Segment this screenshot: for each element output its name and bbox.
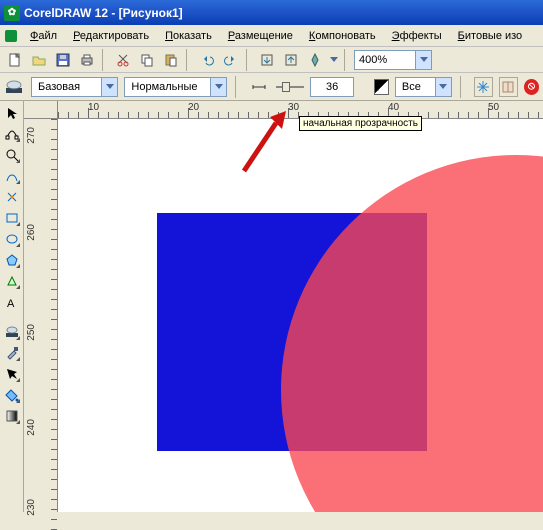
stop-icon: ⦸ [528,80,535,93]
chevron-down-icon [439,84,447,89]
save-button[interactable] [52,49,74,71]
book-icon [501,80,515,94]
ruler-v-label: 240 [26,419,37,436]
snowflake-icon [476,80,490,94]
fill-tool[interactable] [2,385,22,405]
chevron-down-icon [215,84,223,89]
slider-track [276,86,304,88]
red-ellipse-object[interactable] [281,155,543,512]
apply-to-combo[interactable]: Все [395,77,452,97]
linear-mode-button[interactable] [249,76,270,98]
system-menu-icon[interactable] [4,29,22,43]
menu-bar: Файл Редактировать Показать Размещение К… [0,25,543,47]
style1-dropdown[interactable] [101,78,117,96]
toolbox: A [0,101,24,512]
interactive-fill-tool[interactable] [2,406,22,426]
menu-bitmap[interactable]: Битовые изо [450,28,531,44]
app-launcher-button[interactable] [304,49,326,71]
chevron-down-icon [330,57,338,62]
transparency-style2-value: Нормальные [125,81,203,93]
property-bar: Базовая Нормальные 36 Все ⦸ [0,73,543,101]
menu-effects[interactable]: Эффекты [384,28,450,44]
zoom-input[interactable] [355,51,415,69]
tooltip: начальная прозрачность [299,116,422,131]
fill-target-swatch[interactable] [374,79,389,95]
pick-tool[interactable] [2,103,22,123]
menu-layout[interactable]: Размещение [220,28,301,44]
apply-to-value: Все [396,81,427,93]
window-title: CorelDRAW 12 - [Рисунок1] [24,6,183,20]
paste-button[interactable] [160,49,182,71]
zoom-dropdown[interactable] [415,51,431,69]
drawing-canvas[interactable] [58,119,543,512]
transparency-type-button[interactable] [4,76,25,98]
menu-view[interactable]: Показать [157,28,220,44]
title-bar: ✿ CorelDRAW 12 - [Рисунок1] [0,0,543,25]
menu-edit[interactable]: Редактировать [65,28,157,44]
shape-tool[interactable] [2,124,22,144]
undo-button[interactable] [196,49,218,71]
basic-shapes-tool[interactable] [2,271,22,291]
print-button[interactable] [76,49,98,71]
ruler-area: 10 20 30 40 50 270 260 250 240 230 начал… [24,101,543,512]
interactive-blend-tool[interactable] [2,322,22,342]
app-launcher-dropdown[interactable] [328,49,340,71]
workspace: A 10 20 30 40 50 270 260 250 240 230 [0,101,543,512]
smart-draw-tool[interactable] [2,187,22,207]
eyedropper-tool[interactable] [2,343,22,363]
copy-properties-button[interactable] [499,77,518,97]
standard-toolbar [0,47,543,73]
ellipse-tool[interactable] [2,229,22,249]
menu-file[interactable]: Файл [22,28,65,44]
transparency-slider[interactable] [276,80,304,94]
export-button[interactable] [280,49,302,71]
text-tool[interactable]: A [2,292,22,312]
clear-transparency-button[interactable]: ⦸ [524,79,539,95]
menu-arrange[interactable]: Компоновать [301,28,384,44]
style2-dropdown[interactable] [210,78,226,96]
ruler-v-label: 260 [26,224,37,241]
outline-tool[interactable] [2,364,22,384]
vertical-ruler[interactable]: 270 260 250 240 230 [24,119,58,512]
copy-button[interactable] [136,49,158,71]
redo-button[interactable] [220,49,242,71]
ruler-v-label: 270 [26,127,37,144]
freeze-button[interactable] [474,77,493,97]
zoom-tool[interactable] [2,145,22,165]
cut-button[interactable] [112,49,134,71]
open-button[interactable] [28,49,50,71]
transparency-style1-combo[interactable]: Базовая [31,77,118,97]
transparency-style1-value: Базовая [32,81,86,93]
zoom-combo[interactable] [354,50,432,70]
import-button[interactable] [256,49,278,71]
ruler-v-label: 230 [26,499,37,516]
transparency-style2-combo[interactable]: Нормальные [124,77,227,97]
chevron-down-icon [420,57,428,62]
slider-thumb[interactable] [282,82,290,92]
polygon-tool[interactable] [2,250,22,270]
transparency-value[interactable]: 36 [310,77,354,97]
new-button[interactable] [4,49,26,71]
ruler-origin[interactable] [24,101,58,119]
ruler-v-label: 250 [26,324,37,341]
rectangle-tool[interactable] [2,208,22,228]
freehand-tool[interactable] [2,166,22,186]
app-icon: ✿ [4,5,20,21]
apply-to-dropdown[interactable] [435,78,451,96]
svg-text:A: A [7,298,15,309]
annotation-arrow [234,111,294,181]
chevron-down-icon [106,84,114,89]
